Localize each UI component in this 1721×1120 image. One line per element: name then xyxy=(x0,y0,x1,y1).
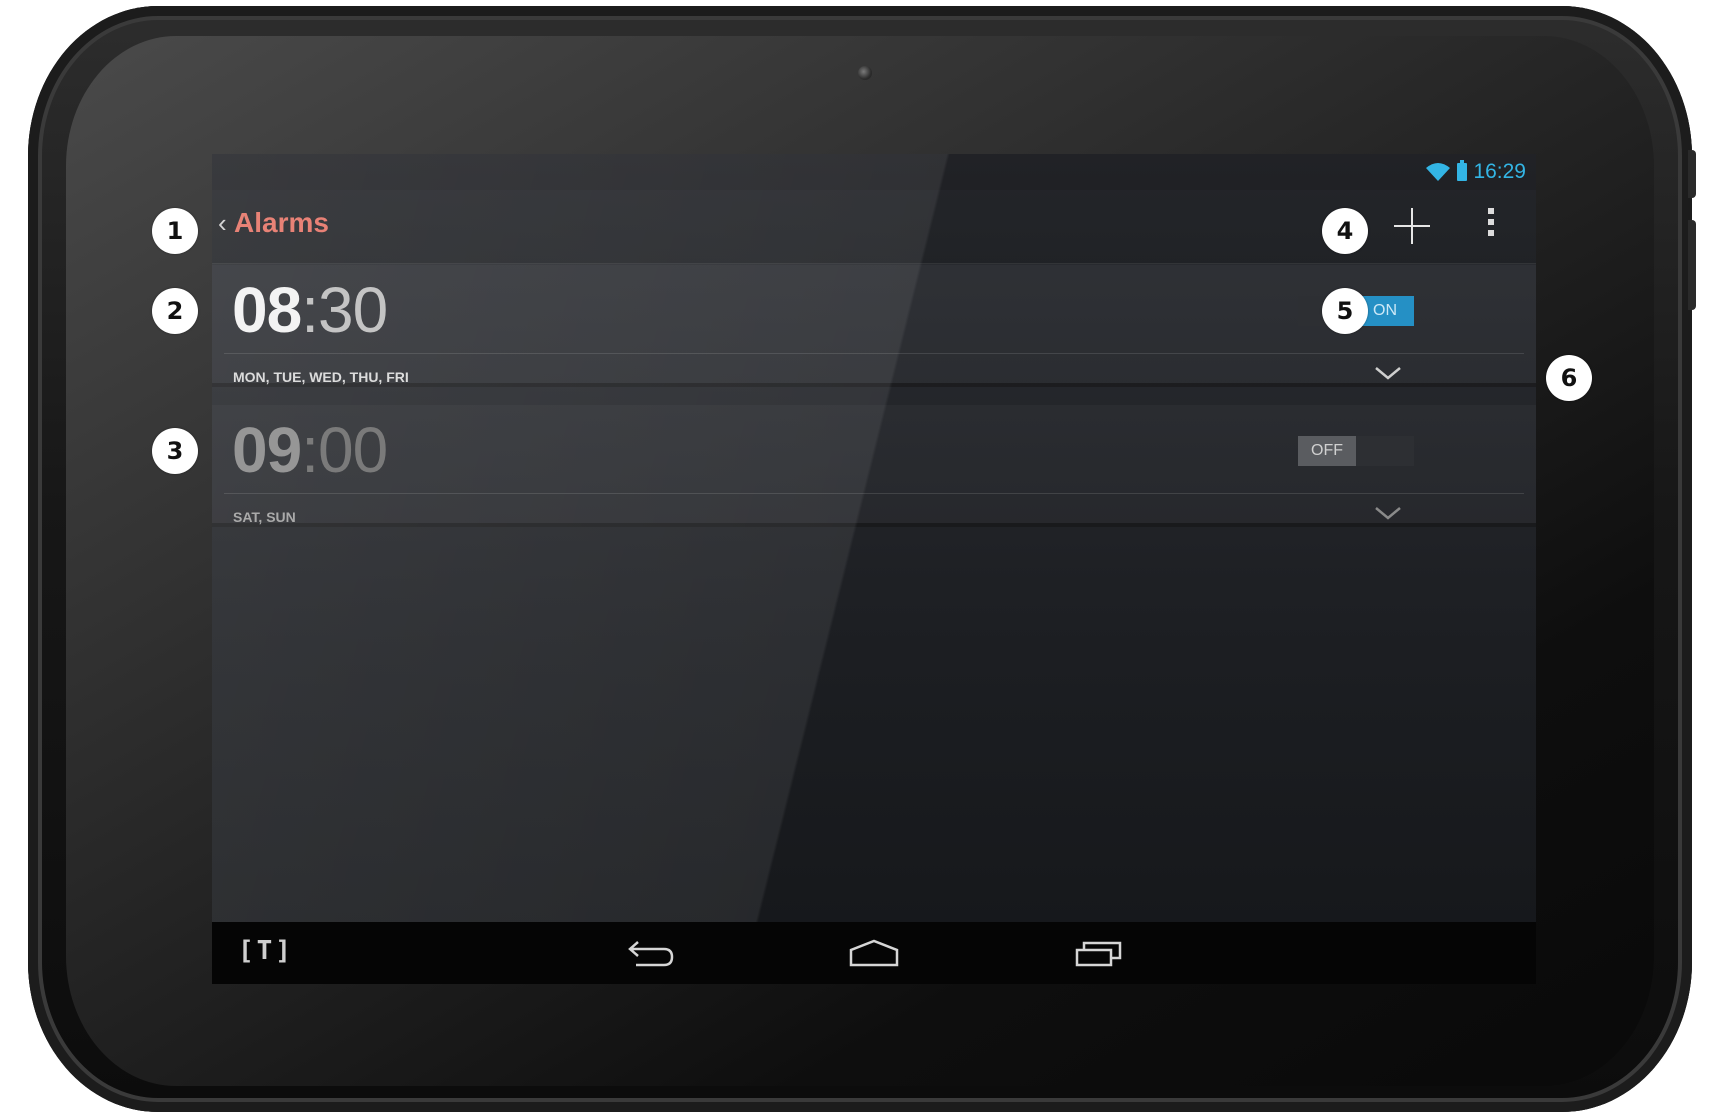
callout-5: 5 xyxy=(1322,288,1368,334)
status-bar: 16:29 xyxy=(212,154,1536,190)
recents-icon[interactable] xyxy=(1074,938,1124,968)
callout-3: 3 xyxy=(152,428,198,474)
alarm-hour: 08 xyxy=(232,274,302,346)
home-icon[interactable] xyxy=(848,938,900,968)
divider xyxy=(224,353,1524,354)
expand-chevron-icon[interactable] xyxy=(1374,365,1402,381)
alarm-time[interactable]: 08:30 xyxy=(232,273,388,347)
battery-icon xyxy=(1457,160,1468,181)
alarm-minute: :30 xyxy=(301,274,388,346)
page-title[interactable]: Alarms xyxy=(234,207,329,239)
alarm-toggle[interactable]: OFF xyxy=(1298,436,1414,466)
alarm-time[interactable]: 09:00 xyxy=(232,413,388,487)
navigation-bar: [T] xyxy=(212,922,1536,984)
up-chevron-icon[interactable]: ‹ xyxy=(218,208,227,239)
tablet-screen: 16:29 ‹ Alarms 08:30 ON MON, TUE, WED, T… xyxy=(212,154,1536,984)
status-clock: 16:29 xyxy=(1473,160,1526,183)
add-alarm-button[interactable] xyxy=(1390,204,1434,248)
alarm-hour: 09 xyxy=(232,414,302,486)
alarm-minute: :00 xyxy=(301,414,388,486)
callout-6: 6 xyxy=(1546,355,1592,401)
alarm-repeat-days: SAT, SUN xyxy=(233,509,296,525)
wifi-icon xyxy=(1426,163,1451,181)
power-button xyxy=(1688,150,1696,198)
callout-1: 1 xyxy=(152,208,198,254)
alarm-repeat-days: MON, TUE, WED, THU, FRI xyxy=(233,369,409,385)
overflow-menu-icon[interactable] xyxy=(1486,208,1496,244)
callout-4: 4 xyxy=(1322,208,1368,254)
toggle-label: OFF xyxy=(1298,436,1356,466)
front-camera xyxy=(858,66,872,80)
alarm-item[interactable]: 09:00 OFF SAT, SUN xyxy=(212,405,1536,527)
divider xyxy=(224,493,1524,494)
volume-button xyxy=(1688,220,1696,310)
expand-chevron-icon[interactable] xyxy=(1374,505,1402,521)
brand-logo: [T] xyxy=(238,936,294,966)
callout-2: 2 xyxy=(152,288,198,334)
back-icon[interactable] xyxy=(626,938,674,968)
